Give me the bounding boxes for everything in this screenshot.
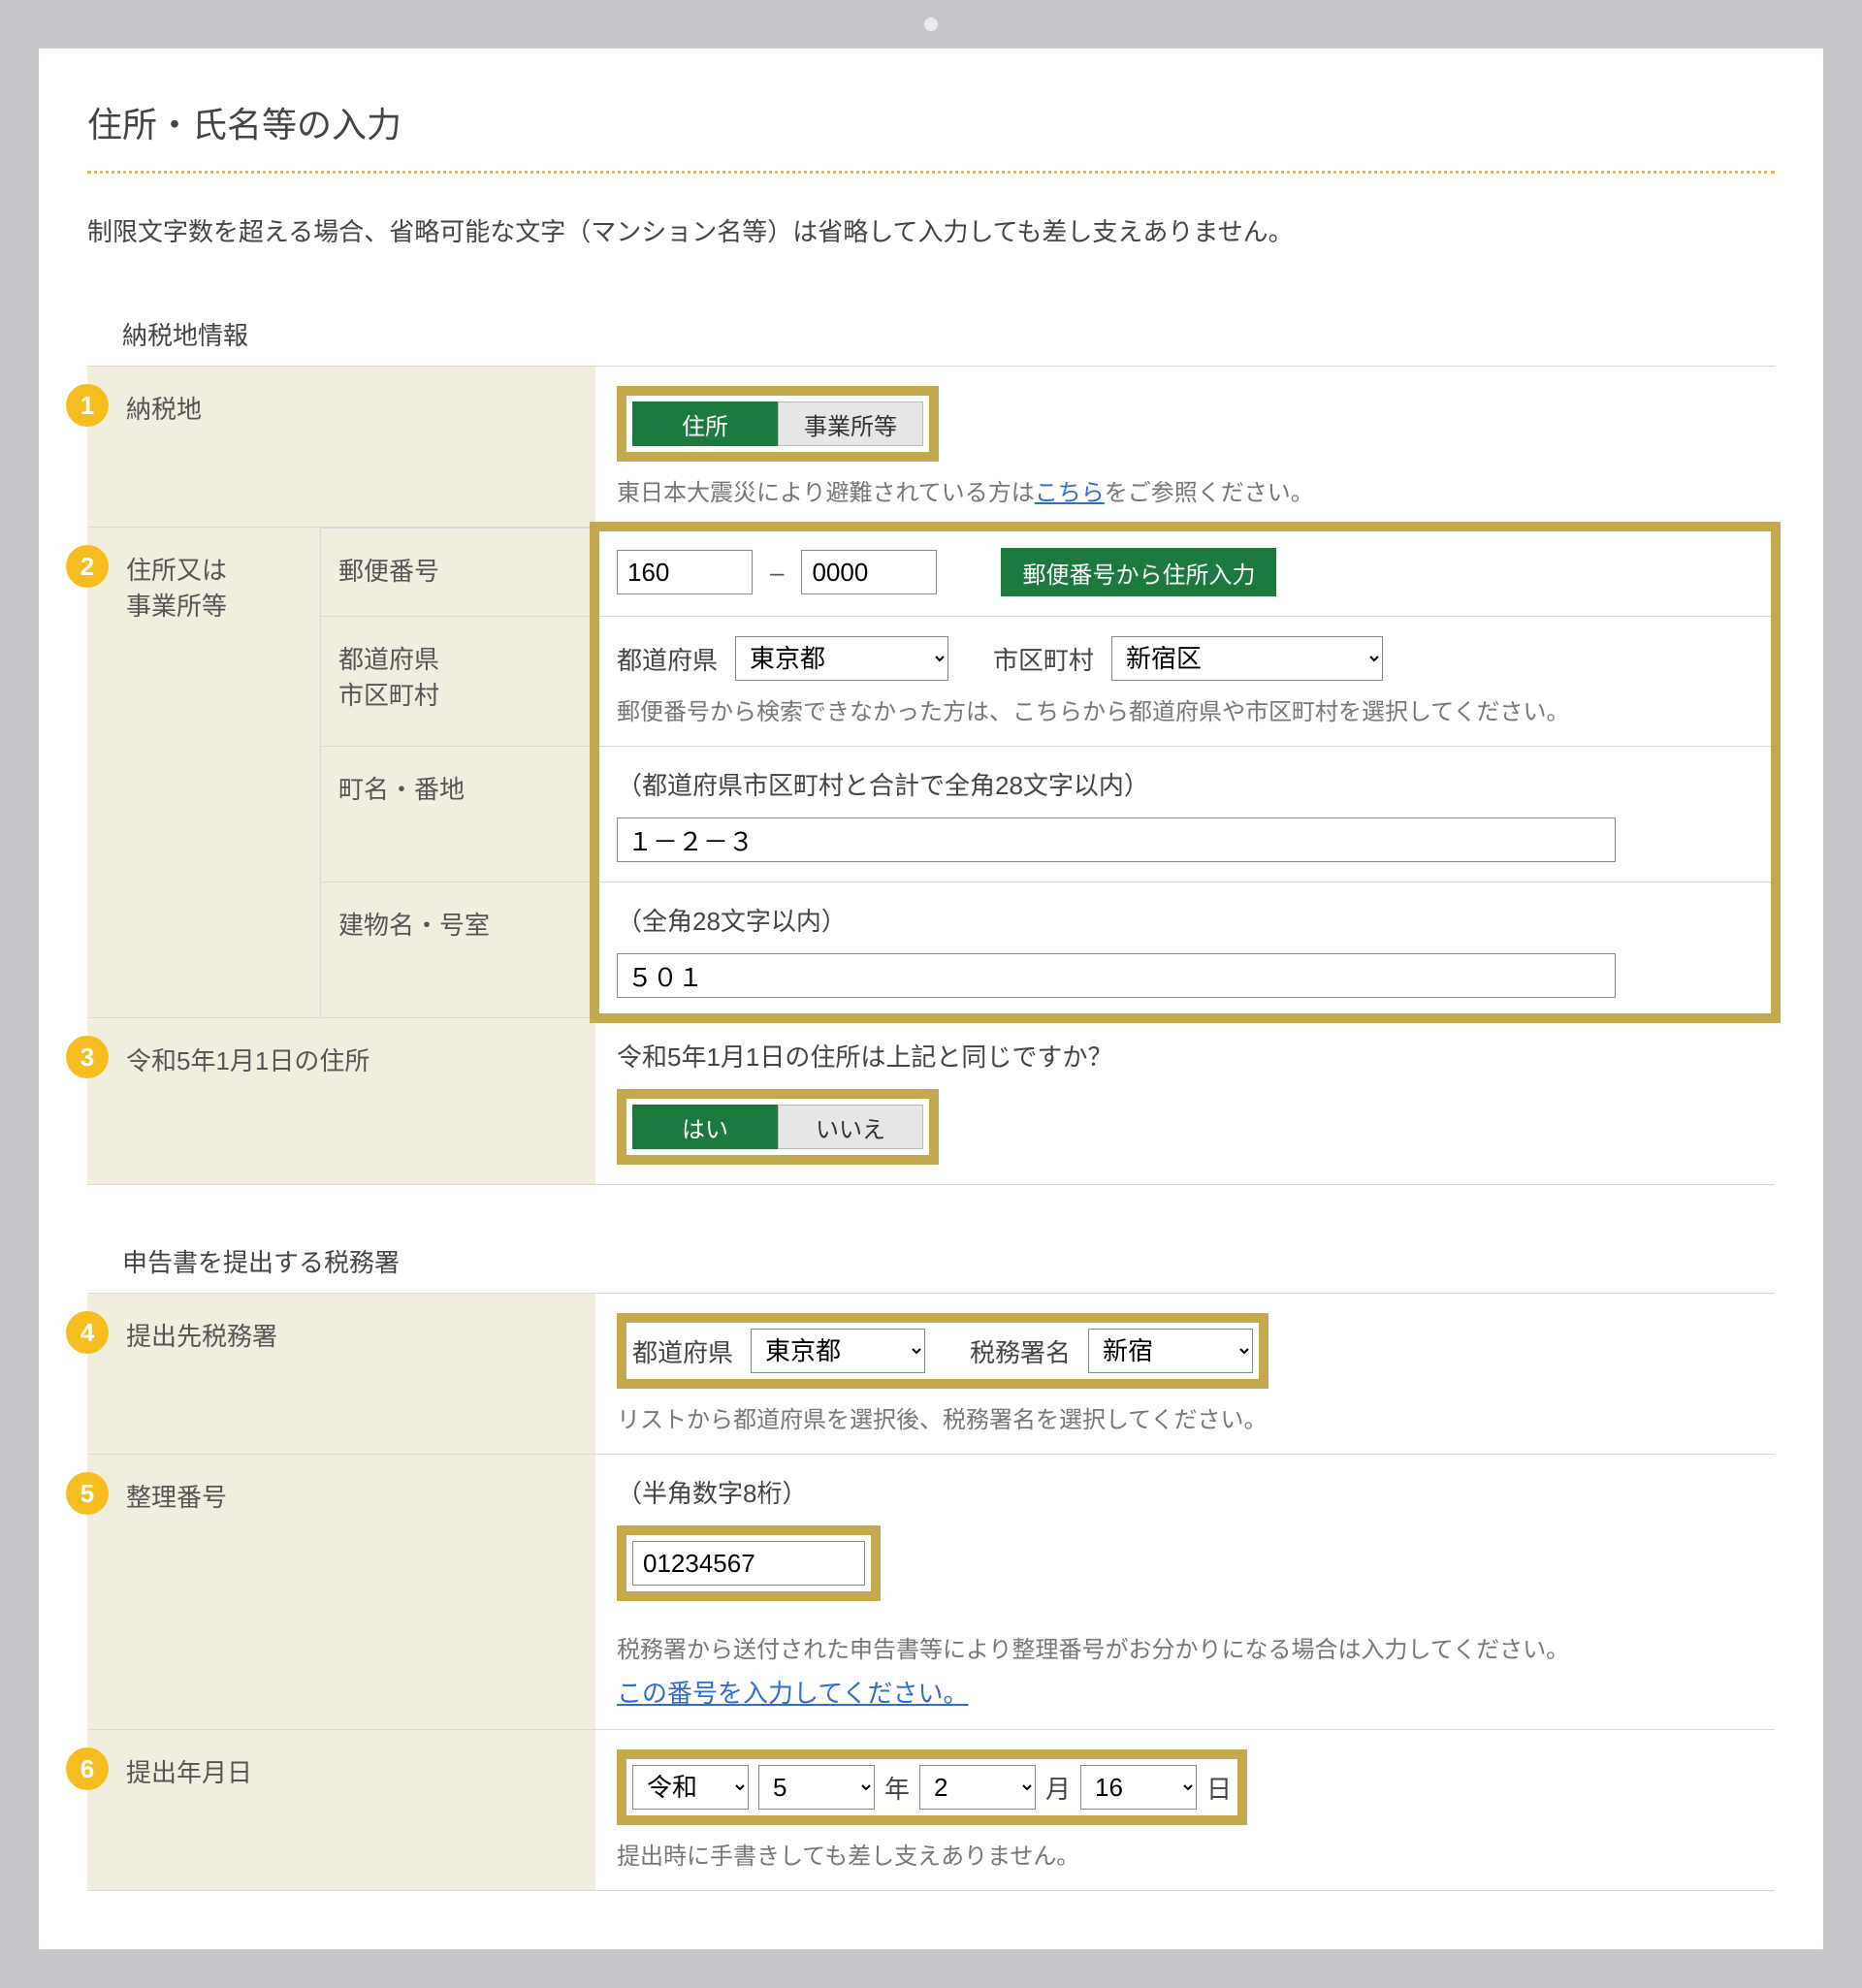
row-submission-date: 6 提出年月日 令和 5 年 2 月 16 日 提出時に手書きしても差し支えあり…: [87, 1729, 1775, 1891]
row-reference-number: 5 整理番号 （半角数字8桁） 税務署から送付された申告書等により整理番号がお分…: [87, 1454, 1775, 1729]
building-input[interactable]: [617, 953, 1616, 998]
refnum-link[interactable]: この番号を入力してください。: [617, 1679, 968, 1708]
tax-location-help: 東日本大震災により避難されている方はこちらをご参照ください。: [617, 473, 1753, 507]
annotation-badge-6: 6: [66, 1748, 109, 1790]
refnum-hint: （半角数字8桁）: [617, 1474, 1753, 1510]
disaster-link[interactable]: こちら: [1035, 480, 1105, 506]
year-select[interactable]: 5: [758, 1765, 875, 1810]
era-select[interactable]: 令和: [632, 1765, 749, 1810]
highlight-refnum: [617, 1525, 881, 1601]
segment-tax-location: 住所 事業所等: [632, 401, 923, 446]
tax-office-pref-label: 都道府県: [632, 1333, 733, 1369]
annotation-badge-1: 1: [66, 384, 109, 427]
label-address-l1: 住所又は: [126, 556, 227, 585]
town-hint: （都道府県市区町村と合計で全角28文字以内）: [617, 766, 1753, 802]
label-submission-date: 提出年月日: [87, 1730, 595, 1890]
window-notch: [0, 0, 1862, 48]
month-suffix: 月: [1045, 1770, 1071, 1806]
label-address-l2: 事業所等: [126, 592, 227, 621]
help-prefix: 東日本大震災により避難されている方は: [617, 480, 1035, 506]
annotation-badge-5: 5: [66, 1472, 109, 1515]
form-page: 住所・氏名等の入力 制限文字数を超える場合、省略可能な文字（マンション名等）は省…: [39, 48, 1823, 1949]
town-input[interactable]: [617, 818, 1616, 862]
row-address: 2 住所又は 事業所等 郵便番号 – 郵便番号から住所入力: [87, 527, 1775, 1017]
tax-office-name-select[interactable]: 新宿: [1088, 1329, 1253, 1373]
highlight-tax-location-segment: 住所 事業所等: [617, 386, 939, 462]
tax-office-help: リストから都道府県を選択後、税務署名を選択してください。: [617, 1400, 1753, 1434]
zip-lookup-button[interactable]: 郵便番号から住所入力: [1001, 548, 1276, 596]
refnum-help: 税務署から送付された申告書等により整理番号がお分かりになる場合は入力してください…: [617, 1630, 1753, 1664]
day-suffix: 日: [1206, 1770, 1232, 1806]
label-building: 建物名・号室: [320, 882, 595, 1017]
intro-note: 制限文字数を超える場合、省略可能な文字（マンション名等）は省略して入力しても差し…: [87, 212, 1775, 248]
year-suffix: 年: [884, 1770, 910, 1806]
row-address-as-of-date: 3 令和5年1月1日の住所 令和5年1月1日の住所は上記と同じですか？ はい い…: [87, 1017, 1775, 1185]
zip1-input[interactable]: [617, 550, 753, 594]
refnum-input[interactable]: [632, 1541, 865, 1586]
highlight-same-address: はい いいえ: [617, 1089, 939, 1165]
label-tax-location: 納税地: [87, 367, 595, 527]
annotation-badge-3: 3: [66, 1036, 109, 1078]
tax-office-pref-select[interactable]: 東京都: [751, 1329, 925, 1373]
label-town: 町名・番地: [320, 747, 595, 882]
label-address-as-of: 令和5年1月1日の住所: [87, 1018, 595, 1184]
yes-button[interactable]: はい: [632, 1105, 778, 1149]
submission-date-help: 提出時に手書きしても差し支えありません。: [617, 1837, 1753, 1871]
row-tax-location: 1 納税地 住所 事業所等 東日本大震災により避難されている方はこちらをご参照く…: [87, 366, 1775, 527]
divider-icon: [87, 171, 1775, 174]
zip-dash: –: [770, 558, 784, 588]
help-suffix: をご参照ください。: [1105, 480, 1314, 506]
segment-same-address: はい いいえ: [632, 1105, 923, 1149]
label-reference-number: 整理番号: [87, 1455, 595, 1729]
highlight-tax-office: 都道府県 東京都 税務署名 新宿: [617, 1313, 1268, 1389]
tax-office-name-label: 税務署名: [970, 1333, 1071, 1369]
no-button[interactable]: いいえ: [778, 1105, 923, 1149]
zip2-input[interactable]: [801, 550, 937, 594]
prefecture-select[interactable]: 東京都: [735, 636, 948, 681]
label-tax-office: 提出先税務署: [87, 1294, 595, 1454]
annotation-badge-4: 4: [66, 1311, 109, 1354]
annotation-badge-2: 2: [66, 545, 109, 588]
city-label: 市区町村: [993, 641, 1094, 677]
label-prefecture-city: 都道府県 市区町村: [320, 617, 595, 746]
page-title: 住所・氏名等の入力: [87, 97, 1775, 147]
seg-address-button[interactable]: 住所: [632, 401, 778, 446]
pref-help: 郵便番号から検索できなかった方は、こちらから都道府県や市区町村を選択してください…: [617, 692, 1753, 726]
month-select[interactable]: 2: [919, 1765, 1036, 1810]
day-select[interactable]: 16: [1080, 1765, 1197, 1810]
pref-label: 都道府県: [617, 641, 718, 677]
city-select[interactable]: 新宿区: [1111, 636, 1383, 681]
building-hint: （全角28文字以内）: [617, 902, 1753, 938]
highlight-submission-date: 令和 5 年 2 月 16 日: [617, 1749, 1247, 1825]
label-postal: 郵便番号: [320, 529, 595, 616]
same-address-prompt: 令和5年1月1日の住所は上記と同じですか？: [617, 1038, 1753, 1074]
section-heading-tax-location: 納税地情報: [122, 316, 1775, 352]
seg-office-button[interactable]: 事業所等: [778, 401, 923, 446]
section-heading-tax-office: 申告書を提出する税務署: [122, 1243, 1775, 1279]
row-tax-office: 4 提出先税務署 都道府県 東京都 税務署名 新宿 リストから都道府県を選択後、…: [87, 1293, 1775, 1454]
label-address: 住所又は 事業所等: [87, 528, 320, 1017]
